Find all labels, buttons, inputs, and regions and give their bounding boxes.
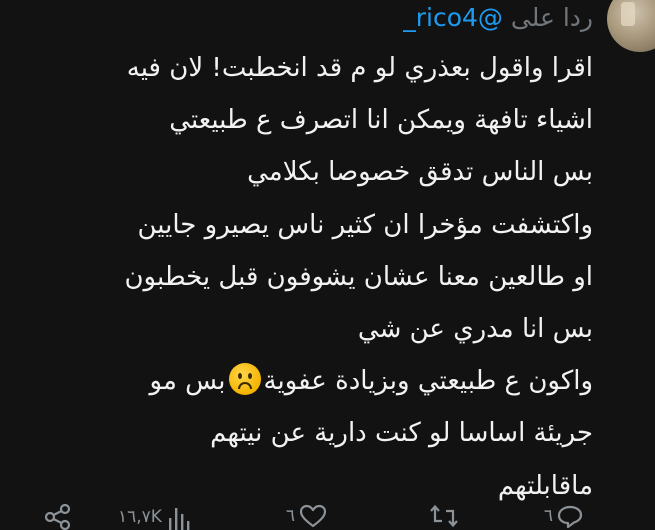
like-count: ٦ <box>285 506 295 526</box>
tweet-line: جريئة اساسا لو كنت دارية عن نيتهم <box>210 418 593 449</box>
share-icon <box>44 504 71 530</box>
heart-icon <box>299 504 327 528</box>
share-button[interactable] <box>44 504 76 530</box>
views-button[interactable]: ١٦,٧K <box>118 504 192 530</box>
tweet-line: بس الناس تدقق خصوصا بكلامي <box>247 157 593 188</box>
tweet-actions: ٦ ٦ ١٦,٧K <box>0 500 655 530</box>
reply-button[interactable]: ٦ <box>544 504 583 528</box>
avatar[interactable] <box>607 0 655 52</box>
tweet: ردا على @rico4_ اقرا واقول بعذري لو م قد… <box>0 0 655 530</box>
reply-icon <box>557 505 583 528</box>
reply-count: ٦ <box>543 506 553 526</box>
tweet-text: اقرا واقول بعذري لو م قد انخطبت! لان فيه… <box>13 42 593 512</box>
tweet-line: او طالعين معنا عشان يشوفون قبل يخطبون <box>124 261 593 292</box>
retweet-icon <box>430 504 458 528</box>
tweet-line-with-emoji: واكون ع طبيعتي وبزيادة عفوية بس مو <box>13 355 593 407</box>
tweet-line: واكتشفت مؤخرا ان كثير ناس يصيرو جايين <box>137 209 594 240</box>
tweet-line: اقرا واقول بعذري لو م قد انخطبت! لان فيه <box>126 53 593 83</box>
reply-handle-link[interactable]: @rico4_ <box>403 3 503 32</box>
tweet-line: اشياء تافهة ويمكن انا اتصرف ع طبيعتي <box>169 105 593 136</box>
tweet-line-part: بس مو <box>149 366 226 397</box>
views-chart-icon <box>168 508 190 530</box>
views-count: ١٦,٧K <box>118 507 162 527</box>
tweet-line: بس انا مدري عن شي <box>357 314 593 345</box>
like-button[interactable]: ٦ <box>286 504 327 528</box>
retweet-button[interactable] <box>425 504 459 528</box>
reply-prefix: ردا على <box>510 3 593 32</box>
reply-context: ردا على @rico4_ <box>403 2 593 34</box>
frowning-face-icon <box>228 363 261 396</box>
tweet-line-part: واكون ع طبيعتي وبزيادة عفوية <box>263 366 593 397</box>
